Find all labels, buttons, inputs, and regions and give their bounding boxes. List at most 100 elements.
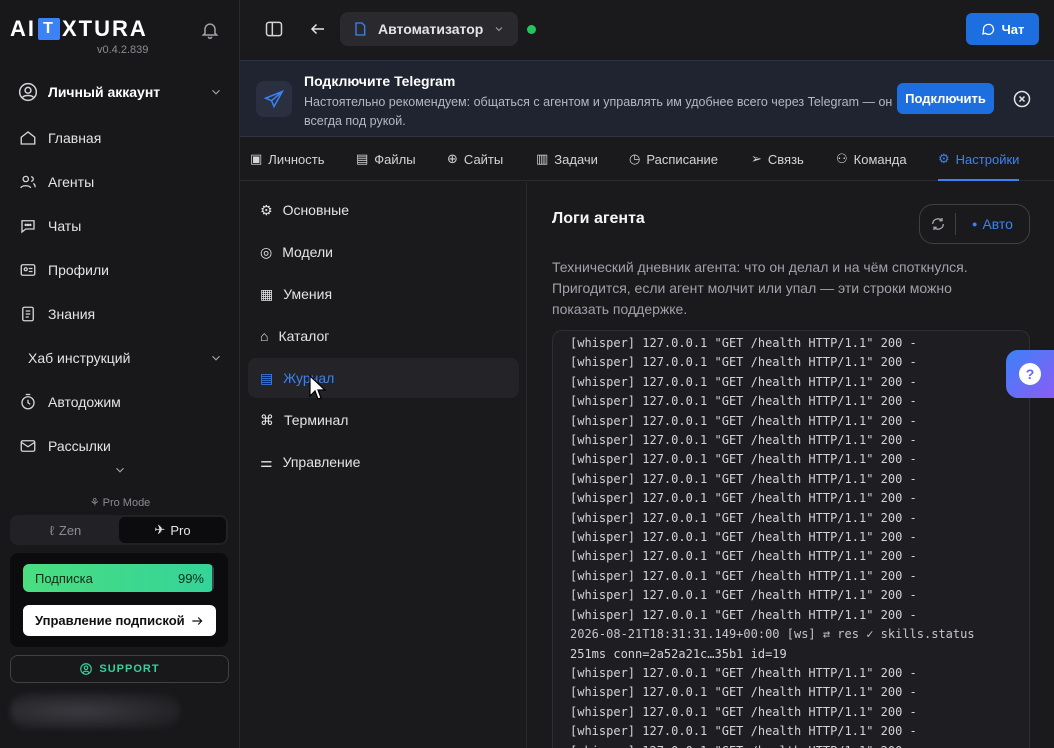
tab-personality[interactable]: ▣ Личность [250,137,325,181]
settings-item-models[interactable]: ◎ Модели [248,232,519,272]
sidebar-item-label: Знания [48,306,96,322]
clock-icon [18,392,38,412]
manage-subscription-label: Управление подпиской [35,613,185,628]
gear-icon: ⚙ [938,151,950,166]
grid-icon: ▦ [260,285,274,302]
connect-telegram-button[interactable]: Подключить [897,83,994,114]
clock-icon: ◷ [629,151,641,166]
refresh-button[interactable] [920,213,956,235]
sidebar-panel-icon [265,21,283,37]
logo-text-left: AI [10,16,36,41]
sidebar-item-instructions-hub[interactable]: Хаб инструкций [18,346,223,370]
feather-icon: ℓ [49,522,54,538]
auto-dot-icon: ● [972,219,978,229]
tab-files[interactable]: ▤ Файлы [356,137,416,181]
sidebar-item-profiles[interactable]: Профили [18,258,223,282]
log-line: [whisper] 127.0.0.1 "GET /health HTTP/1.… [570,394,917,409]
sidebar: AI T XTURA v0.4.2.839 Личный аккаунт Главн… [0,0,240,748]
logs-description: Технический дневник агента: что он делал… [552,259,968,317]
users-icon [18,172,38,192]
support-label: SUPPORT [99,663,160,675]
tab-team[interactable]: ⚇ Команда [836,137,907,181]
sidebar-item-home[interactable]: Главная [18,126,223,150]
banner-text: Настоятельно рекомендуем: общаться с аге… [304,95,893,128]
log-line: [whisper] 127.0.0.1 "GET /health HTTP/1.… [570,452,917,467]
sidebar-item-label: Главная [48,130,102,146]
top-bar: Автоматизатор Чат [240,0,1054,60]
mail-icon [18,436,38,456]
settings-item-general[interactable]: ⚙ Основные [248,190,519,230]
tab-communication[interactable]: ➢ Связь [751,137,804,181]
log-line: [whisper] 127.0.0.1 "GET /health HTTP/1.… [570,491,917,506]
settings-item-terminal[interactable]: ⌘ Терминал [248,400,519,440]
subscription-label: Подписка [35,570,93,586]
settings-item-catalog[interactable]: ⌂ Каталог [248,316,519,356]
bell-icon[interactable] [200,20,220,40]
back-button[interactable] [304,15,332,43]
mode-switch[interactable]: ℓ Zen ✈ Pro [10,515,228,545]
log-output[interactable]: [whisper] 127.0.0.1 "GET /health HTTP/1.… [552,330,1030,748]
auto-refresh-toggle[interactable]: ● Авто [956,216,1029,232]
log-line: [whisper] 127.0.0.1 "GET /health HTTP/1.… [570,530,917,545]
team-icon: ⚇ [836,151,848,166]
tab-tasks[interactable]: ▥ Задачи [536,137,598,181]
chat-button-label: Чат [1001,21,1025,37]
chat-icon [18,216,38,236]
logs-panel: Логи агента ● Авто Технический дневник аг… [528,182,1054,748]
sidebar-item-mailings[interactable]: Рассылки [18,434,223,458]
agent-doc-icon [355,22,366,36]
banner-title: Подключите Telegram [304,73,456,89]
tab-schedule[interactable]: ◷ Расписание [629,137,718,181]
scroll-down-chevron-icon[interactable] [113,463,127,477]
mode-pro-option[interactable]: ✈ Pro [119,517,226,543]
agent-tabs: ▣ Личность ▤ Файлы ⊕ Сайты ▥ Задачи ◷ Расписа… [240,137,1054,181]
app-version: v0.4.2.839 [97,44,149,56]
arrow-right-icon [192,616,203,625]
support-button[interactable]: SUPPORT [10,655,229,683]
user-profile-blurred[interactable] [10,693,180,729]
agent-status-dot [527,25,536,34]
log-line: [whisper] 127.0.0.1 "GET /health HTTP/1.… [570,665,917,680]
chevron-down-icon [495,27,503,32]
sidebar-item-label: Профили [48,262,109,278]
sidebar-item-label: Агенты [48,174,95,190]
support-icon [80,663,93,675]
chat-button[interactable]: Чат [966,13,1039,45]
log-line: [whisper] 127.0.0.1 "GET /health HTTP/1.… [570,433,917,448]
rocket-icon: ✈ [154,522,166,537]
settings-item-journal[interactable]: ▤ Журнал [248,358,519,398]
agent-selector[interactable]: Автоматизатор [340,12,518,46]
tab-settings[interactable]: ⚙ Настройки [938,137,1020,181]
chat-bubble-icon [981,23,994,35]
send-icon: ➢ [751,151,762,166]
close-icon[interactable] [1012,89,1032,109]
log-line: 251ms conn=2a52a21c…35b1 id=19 [570,646,787,661]
store-icon: ⌂ [260,328,269,344]
auto-label: Авто [982,216,1013,232]
subscription-card: Подписка 99% Управление подпиской [10,553,228,647]
toggle-sidebar-button[interactable] [260,15,288,43]
account-selector[interactable]: Личный аккаунт [18,80,223,104]
sliders-icon: ⚌ [260,453,273,470]
log-line: [whisper] 127.0.0.1 "GET /health HTTP/1.… [570,568,917,583]
telegram-icon [256,81,292,117]
arrow-left-icon [310,23,324,35]
sidebar-item-label: Чаты [48,218,82,234]
settings-item-skills[interactable]: ▦ Умения [248,274,519,314]
tab-sites[interactable]: ⊕ Сайты [447,137,503,181]
subscription-percent: 99% [177,570,204,586]
app-logo[interactable]: AI T XTURA [10,16,148,42]
terminal-icon: ⌘ [260,411,274,428]
sidebar-item-autofollowup[interactable]: Автодожим [18,390,223,414]
settings-item-management[interactable]: ⚌ Управление [248,442,519,482]
sidebar-item-chats[interactable]: Чаты [18,214,223,238]
refresh-controls: ● Авто [919,204,1030,244]
sidebar-fade [0,478,239,498]
sidebar-item-agents[interactable]: Агенты [18,170,223,194]
help-button[interactable]: ? [1006,350,1054,398]
manage-subscription-button[interactable]: Управление подпиской [23,605,216,636]
sidebar-item-knowledge[interactable]: Знания [18,302,223,326]
sidebar-item-label: Рассылки [48,438,111,454]
log-line: [whisper] 127.0.0.1 "GET /health HTTP/1.… [570,704,917,719]
mode-zen-option[interactable]: ℓ Zen [12,517,119,543]
